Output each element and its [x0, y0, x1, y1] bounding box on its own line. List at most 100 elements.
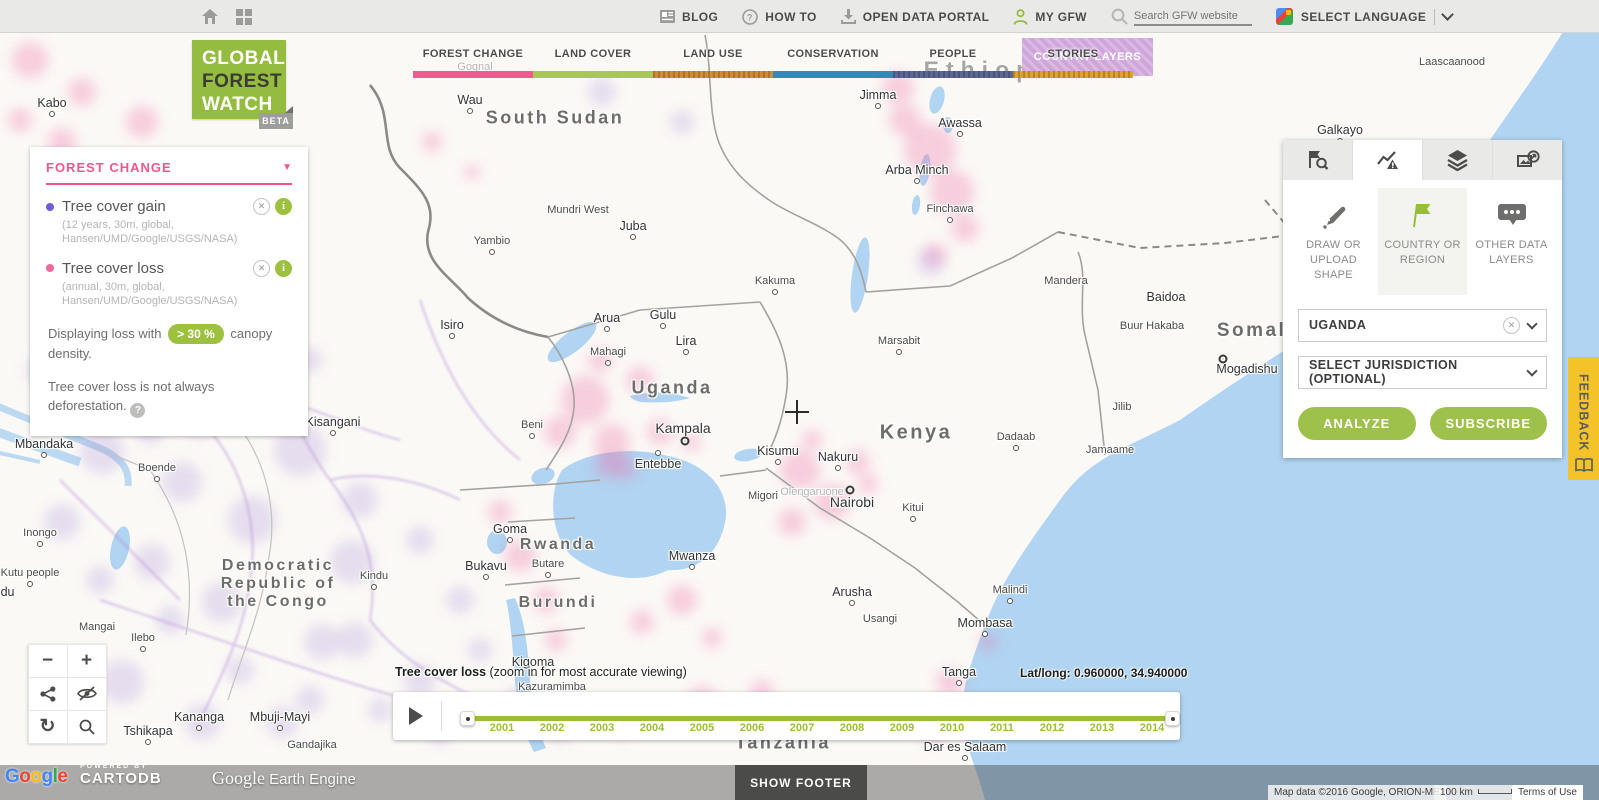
- timeline-year[interactable]: 2011: [985, 722, 1019, 734]
- main-nav: FOREST CHANGE LAND COVER LAND USE CONSERVAT…: [413, 40, 1133, 78]
- cartodb-attribution: POWERED BY CARTODB: [80, 763, 162, 787]
- question-icon[interactable]: ?: [130, 403, 146, 419]
- hide-panels-button[interactable]: [66, 676, 107, 711]
- mode-label: OTHER DATA LAYERS: [1475, 239, 1548, 266]
- open-data-portal-label: OPEN DATA PORTAL: [862, 9, 990, 24]
- show-footer-button[interactable]: SHOW FOOTER: [735, 765, 867, 800]
- blog-link[interactable]: BLOG: [660, 10, 718, 24]
- latlong-readout: Lat/long: 0.960000, 34.940000: [1020, 666, 1188, 680]
- nav-tab-label: CONSERVATION: [787, 48, 879, 60]
- search-input[interactable]: [1133, 7, 1252, 26]
- tab-layers[interactable]: [1423, 140, 1493, 180]
- remove-layer-icon[interactable]: ✕: [253, 198, 270, 215]
- timeline-bar: 2001 2002 2003 2004 2005 2006 2007 2008 2009 2010…: [393, 692, 1180, 740]
- zoom-out-button[interactable]: −: [27, 643, 68, 678]
- nav-tab-land-cover[interactable]: LAND COVER: [533, 40, 653, 78]
- clear-country-icon[interactable]: ✕: [1503, 316, 1520, 334]
- my-gfw-link[interactable]: MY GFW: [1013, 8, 1087, 25]
- collapse-caret-icon[interactable]: ▼: [282, 162, 292, 173]
- google-maps-logo: Google: [5, 766, 68, 788]
- info-icon[interactable]: i: [275, 259, 292, 277]
- mode-other-layers[interactable]: OTHER DATA LAYERS: [1467, 188, 1556, 295]
- nav-tab-forest-change[interactable]: FOREST CHANGE: [413, 40, 533, 78]
- subscribe-button[interactable]: SUBSCRIBE: [1429, 406, 1547, 440]
- feedback-label: FEEDBACK: [1576, 374, 1591, 452]
- scale-label: 100 km: [1440, 787, 1473, 798]
- divider: [441, 701, 442, 731]
- play-button[interactable]: [393, 692, 439, 740]
- nav-tab-people[interactable]: PEOPLE: [893, 40, 1013, 78]
- timeline-year[interactable]: 2007: [785, 722, 819, 734]
- language-selector[interactable]: SELECT LANGUAGE: [1275, 8, 1455, 25]
- scale-bar: [1477, 789, 1512, 794]
- svg-text:?: ?: [747, 12, 753, 22]
- google-logo-letter: G: [5, 766, 20, 787]
- download-icon: [840, 9, 856, 24]
- google-logo-letter: o: [30, 766, 42, 787]
- mode-draw-upload[interactable]: DRAW OR UPLOAD SHAPE: [1289, 188, 1378, 295]
- logo-line-1: GLOBAL: [202, 48, 286, 69]
- timeline-year[interactable]: 2002: [535, 722, 569, 734]
- map-controls: − + ↻: [27, 643, 107, 744]
- analysis-panel: DRAW OR UPLOAD SHAPE COUNTRY OR REGION O…: [1283, 140, 1562, 458]
- search-location-button[interactable]: [66, 709, 107, 744]
- timeline-year[interactable]: 2006: [735, 722, 769, 734]
- open-data-portal-link[interactable]: OPEN DATA PORTAL: [840, 9, 990, 24]
- tab-analysis[interactable]: [1353, 140, 1423, 180]
- divider: [1434, 8, 1436, 25]
- tab-export[interactable]: [1493, 140, 1562, 180]
- nav-tab-conservation[interactable]: CONSERVATION: [773, 40, 893, 78]
- layer-note-rest: (zoom in for most accurate viewing): [486, 665, 687, 679]
- how-to-link[interactable]: ? HOW TO: [742, 8, 817, 25]
- magnifier-icon: [79, 719, 95, 735]
- country-select[interactable]: UGANDA ✕: [1298, 308, 1547, 342]
- share-button[interactable]: [27, 676, 68, 711]
- remove-layer-icon[interactable]: ✕: [253, 259, 270, 277]
- translate-icon: [1275, 8, 1293, 25]
- nav-tab-underline: [653, 71, 773, 78]
- logo-line-2: FOREST: [202, 71, 283, 92]
- timeline-year[interactable]: 2008: [835, 722, 869, 734]
- timeline-year[interactable]: 2014: [1135, 722, 1169, 734]
- search-icon[interactable]: [1111, 8, 1128, 25]
- mode-label: DRAW OR UPLOAD SHAPE: [1306, 239, 1361, 281]
- apps-grid-icon[interactable]: [236, 8, 252, 25]
- timeline-year[interactable]: 2003: [585, 722, 619, 734]
- timeline-year[interactable]: 2004: [635, 722, 669, 734]
- nav-tab-underline: [533, 71, 653, 78]
- mode-country-region[interactable]: COUNTRY OR REGION: [1378, 188, 1467, 295]
- timeline-year[interactable]: 2001: [485, 722, 519, 734]
- info-icon[interactable]: i: [275, 198, 292, 215]
- google-logo-letter: g: [41, 766, 54, 787]
- tab-search-area[interactable]: [1283, 140, 1353, 180]
- analyze-button[interactable]: ANALYZE: [1298, 406, 1416, 440]
- active-layer-note: Tree cover loss (zoom in for most accura…: [395, 665, 687, 679]
- home-icon[interactable]: [202, 9, 218, 24]
- timeline-year[interactable]: 2005: [685, 722, 719, 734]
- loss-caption: (annual, 30m, global, Hansen/UMD/Google/…: [62, 280, 238, 307]
- terms-of-use-link[interactable]: Terms of Use: [1512, 785, 1583, 800]
- nav-tab-stories[interactable]: STORIES: [1013, 40, 1133, 78]
- timeline-track[interactable]: [467, 716, 1172, 721]
- refresh-button[interactable]: ↻: [27, 709, 68, 744]
- nav-tab-label: PEOPLE: [929, 48, 977, 60]
- gain-label: Tree cover gain: [62, 198, 166, 215]
- zoom-in-button[interactable]: +: [66, 643, 107, 678]
- timeline-year[interactable]: 2010: [935, 722, 969, 734]
- jurisdiction-select[interactable]: SELECT JURISDICTION (OPTIONAL): [1298, 355, 1547, 389]
- play-icon: [409, 707, 423, 725]
- timeline-year[interactable]: 2012: [1035, 722, 1069, 734]
- share-icon: [39, 685, 55, 702]
- powered-by-label: POWERED BY: [80, 763, 148, 770]
- chevron-down-icon: [1526, 317, 1538, 330]
- how-to-label: HOW TO: [765, 9, 817, 24]
- nav-tab-land-use[interactable]: LAND USE: [653, 40, 773, 78]
- canopy-density-button[interactable]: > 30 %: [168, 324, 224, 345]
- timeline-handle-start[interactable]: [460, 711, 475, 726]
- top-bar: BLOG ? HOW TO OPEN DATA PORTAL MY GFW Se…: [0, 0, 1599, 33]
- timeline-year[interactable]: 2013: [1085, 722, 1119, 734]
- guide-book-tab[interactable]: [1568, 450, 1599, 480]
- legend-panel: FOREST CHANGE ▼ Tree cover gain ✕ i (12 …: [30, 147, 308, 437]
- timeline-year[interactable]: 2009: [885, 722, 919, 734]
- gfw-logo[interactable]: GLOBAL FOREST WATCH: [192, 40, 286, 119]
